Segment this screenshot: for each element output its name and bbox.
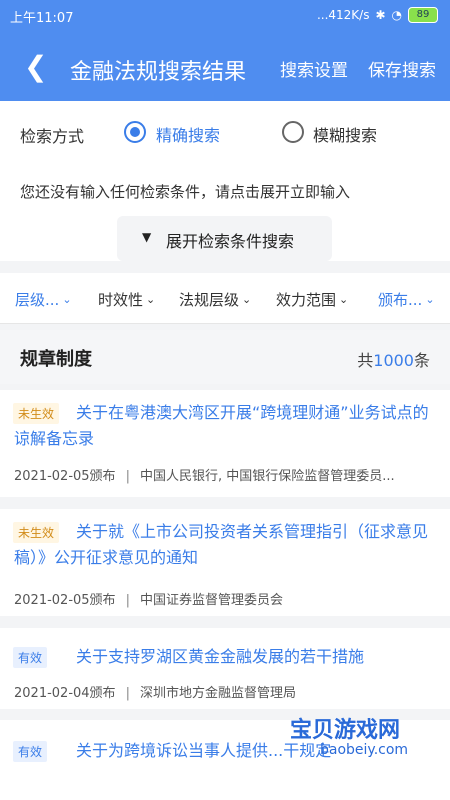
filter-level[interactable]: 层级... ⌄ [15, 289, 72, 310]
item-meta: 2021-02-05颁布 | 中国证券监督管理委员会 [14, 589, 283, 608]
search-settings-button[interactable]: 搜索设置 [280, 56, 348, 81]
chevron-down-icon: ⌄ [242, 293, 252, 306]
filter-regulation-level[interactable]: 法规层级 ⌄ [179, 289, 251, 310]
save-search-button[interactable]: 保存搜索 [368, 56, 436, 81]
expand-search-button[interactable]: ▼ 展开检索条件搜索 [117, 216, 332, 261]
item-date: 2021-02-05颁布 [14, 469, 116, 484]
meta-separator: | [125, 686, 130, 701]
back-button[interactable]: ❮ [24, 53, 47, 81]
item-issuer: 中国人民银行, 中国银行保险监督管理委员... [139, 469, 395, 484]
chevron-down-icon: ⌄ [146, 293, 156, 306]
list-item[interactable]: 有效 关于支持罗湖区黄金金融发展的若干措施 2021-02-04颁布 | 深圳市地方… [0, 628, 450, 709]
expand-search-label: 展开检索条件搜索 [166, 232, 295, 251]
item-title[interactable]: 关于支持罗湖区黄金金融发展的若干措施 [14, 644, 436, 670]
search-panel: 检索方式 精确搜索 模糊搜索 您还没有输入任何检索条件，请点击展开立即输入 ▼ … [0, 101, 450, 261]
status-icons: ...412K/s ✱ ◔ 89 [317, 7, 438, 23]
status-bar: 上午11:07 ...412K/s ✱ ◔ 89 [0, 0, 450, 30]
fuzzy-search-label[interactable]: 模糊搜索 [313, 122, 377, 146]
filter-issuance[interactable]: 颁布... ⌄ [378, 289, 435, 310]
page-title: 金融法规搜索结果 [70, 60, 247, 85]
watermark-logo: 宝贝游戏网 baobeiy.com [282, 700, 432, 780]
filter-scope[interactable]: 效力范围 ⌄ [276, 289, 348, 310]
meta-separator: | [125, 469, 130, 484]
item-meta: 2021-02-04颁布 | 深圳市地方金融监督管理局 [14, 682, 296, 701]
search-hint: 您还没有输入任何检索条件，请点击展开立即输入 [20, 183, 351, 201]
wifi-icon: ◔ [391, 8, 402, 22]
search-mode-label: 检索方式 [20, 127, 85, 146]
bluetooth-icon: ✱ [375, 8, 386, 22]
exact-search-radio[interactable] [124, 121, 146, 143]
list-item[interactable]: 未生效 关于就《上市公司投资者关系管理指引（征求意见稿）》公开征求意见的通知 2… [0, 509, 450, 616]
triangle-down-icon: ▼ [142, 230, 152, 244]
item-date: 2021-02-05颁布 [14, 593, 116, 608]
network-speed: ...412K/s [316, 8, 370, 22]
filter-bar: 层级... ⌄ 时效性 ⌄ 法规层级 ⌄ 效力范围 ⌄ 颁布... ⌄ [0, 273, 450, 324]
watermark-site: baobeiy.com [320, 742, 409, 758]
item-title[interactable]: 关于在粤港澳大湾区开展“跨境理财通”业务试点的谅解备忘录 [14, 400, 436, 452]
meta-separator: | [125, 593, 130, 608]
chevron-down-icon: ⌄ [339, 293, 349, 306]
fuzzy-search-radio[interactable] [282, 121, 304, 143]
battery-icon: 89 [408, 7, 438, 23]
status-time: 上午11:07 [10, 11, 74, 26]
title-bar: ❮ 金融法规搜索结果 搜索设置 保存搜索 [0, 44, 450, 88]
section-header: 规章制度 共1000条 [0, 330, 450, 384]
item-issuer: 中国证券监督管理委员会 [139, 593, 283, 608]
item-title[interactable]: 关于就《上市公司投资者关系管理指引（征求意见稿）》公开征求意见的通知 [14, 519, 436, 571]
section-title: 规章制度 [20, 349, 92, 370]
list-item[interactable]: 未生效 关于在粤港澳大湾区开展“跨境理财通”业务试点的谅解备忘录 2021-02… [0, 390, 450, 497]
result-count: 共1000条 [357, 351, 430, 370]
item-meta: 2021-02-05颁布 | 中国人民银行, 中国银行保险监督管理委员... [14, 465, 395, 484]
exact-search-label[interactable]: 精确搜索 [156, 122, 220, 146]
watermark-text: 宝贝游戏网 [290, 718, 401, 743]
filter-validity[interactable]: 时效性 ⌄ [98, 289, 155, 310]
chevron-down-icon: ⌄ [425, 293, 435, 306]
item-issuer: 深圳市地方金融监督管理局 [139, 686, 296, 701]
chevron-down-icon: ⌄ [62, 293, 72, 306]
app-header: 上午11:07 ...412K/s ✱ ◔ 89 ❮ 金融法规搜索结果 搜索设置… [0, 0, 450, 101]
item-date: 2021-02-04颁布 [14, 686, 116, 701]
